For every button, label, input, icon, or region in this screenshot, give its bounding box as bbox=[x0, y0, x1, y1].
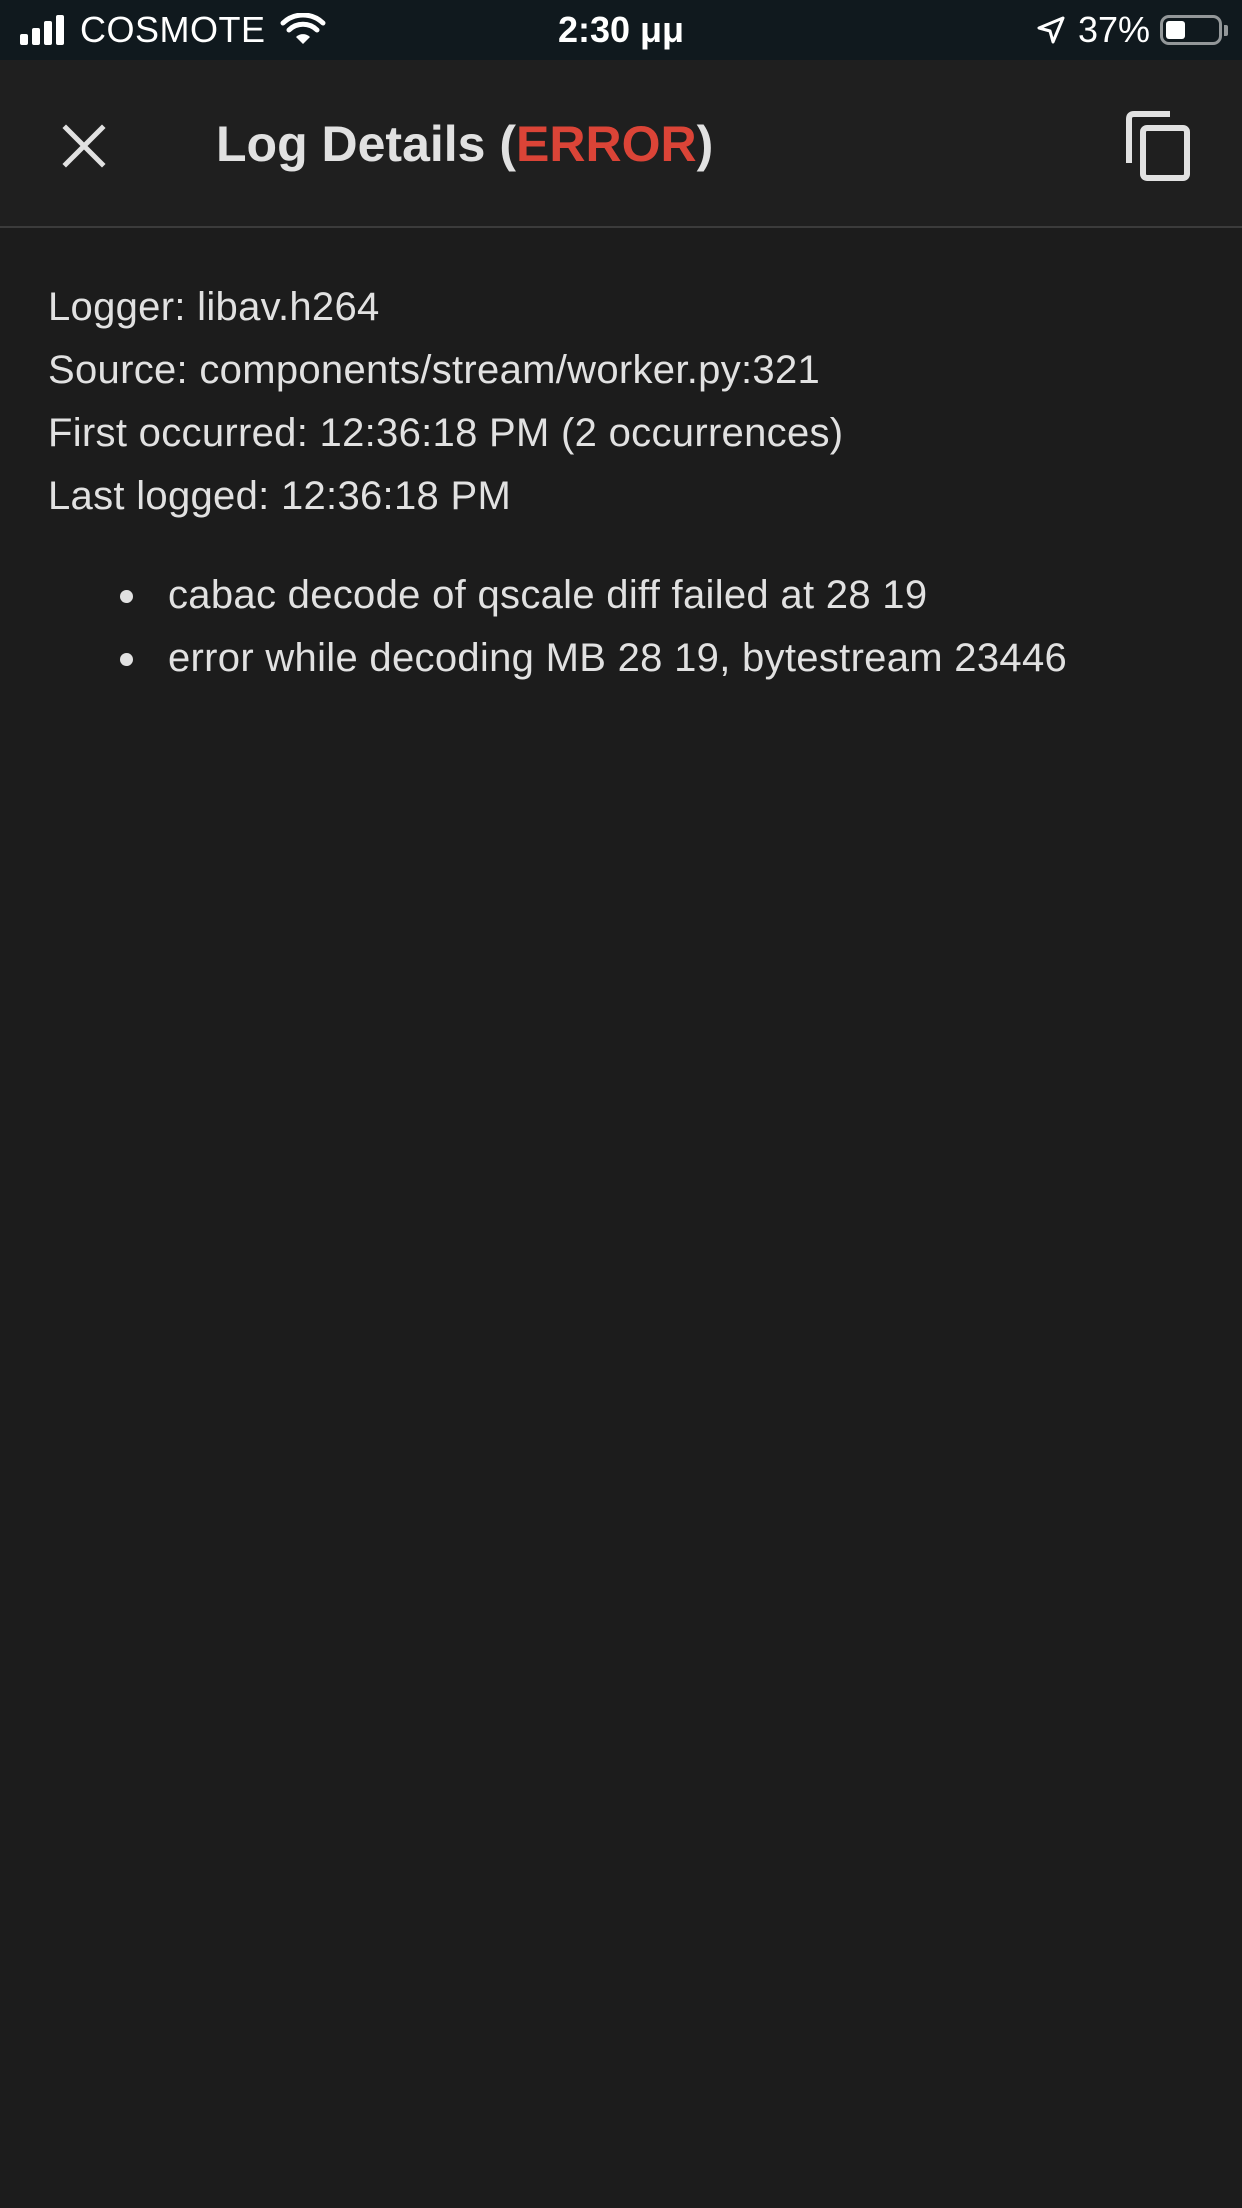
close-icon bbox=[62, 124, 106, 168]
log-level-label: ERROR bbox=[516, 116, 697, 172]
log-message-text: error while decoding MB 28 19, bytestrea… bbox=[168, 636, 1068, 680]
status-bar-right: 37% bbox=[1036, 0, 1228, 60]
dialog-header: Log Details (ERROR) bbox=[0, 60, 1242, 228]
log-message-text: cabac decode of qscale diff failed at 28… bbox=[168, 573, 928, 617]
source-line: Source: components/stream/worker.py:321 bbox=[48, 348, 821, 392]
signal-icon bbox=[20, 15, 68, 45]
close-button[interactable] bbox=[40, 102, 128, 190]
location-arrow-icon bbox=[1037, 16, 1065, 44]
status-bar: COSMOTE 2:30 μμ 37% bbox=[0, 0, 1242, 60]
bullet-icon bbox=[120, 653, 133, 666]
battery-cap bbox=[1224, 24, 1228, 36]
title-prefix: Log Details ( bbox=[216, 116, 517, 172]
log-messages-list: cabac decode of qscale diff failed at 28… bbox=[48, 564, 1208, 690]
battery-level-fill bbox=[1166, 21, 1185, 39]
status-bar-left: COSMOTE bbox=[20, 0, 326, 60]
log-details-content: Logger: libav.h264 Source: components/st… bbox=[48, 276, 1208, 690]
logger-line: Logger: libav.h264 bbox=[48, 285, 380, 329]
battery-percentage: 37% bbox=[1077, 9, 1150, 50]
carrier-name: COSMOTE bbox=[80, 9, 266, 50]
bullet-icon bbox=[120, 590, 133, 603]
title-suffix: ) bbox=[696, 116, 714, 172]
dialog-title: Log Details (ERROR) bbox=[216, 60, 713, 228]
log-message: cabac decode of qscale diff failed at 28… bbox=[48, 564, 1208, 627]
battery-icon bbox=[1160, 15, 1222, 45]
log-message: error while decoding MB 28 19, bytestrea… bbox=[48, 627, 1208, 690]
last-logged-line: Last logged: 12:36:18 PM bbox=[48, 474, 512, 518]
first-occurred-line: First occurred: 12:36:18 PM (2 occurrenc… bbox=[48, 411, 844, 455]
wifi-icon bbox=[280, 13, 326, 44]
copy-button[interactable] bbox=[1114, 102, 1202, 190]
copy-icon bbox=[1126, 111, 1190, 181]
